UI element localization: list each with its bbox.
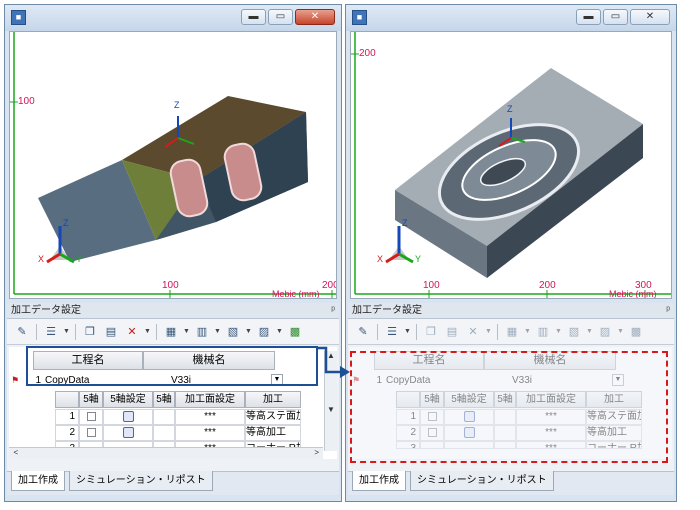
dashed-highlight-box: [350, 351, 668, 463]
